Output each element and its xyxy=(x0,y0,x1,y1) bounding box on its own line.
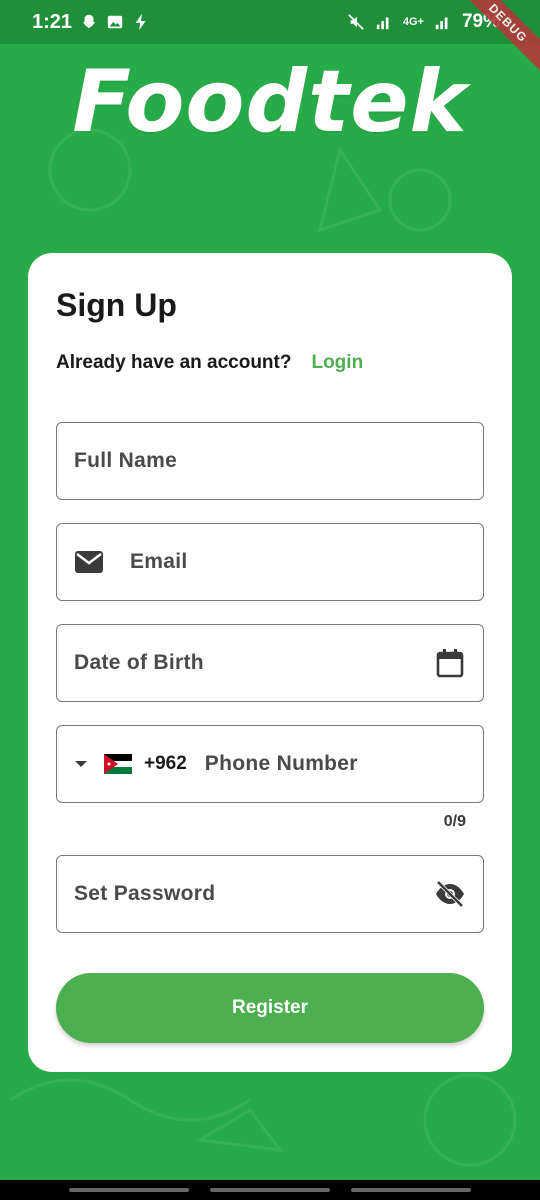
mail-icon xyxy=(74,547,104,577)
sign-up-screen: 1:21 4G+ 79% DEBUG Foodtek Sign Up Alrea… xyxy=(0,0,540,1200)
phone-char-counter: 0/9 xyxy=(443,813,466,830)
bolt-icon xyxy=(135,13,146,31)
calendar-icon[interactable] xyxy=(434,647,466,679)
phone-number-field[interactable]: +962 Phone Number xyxy=(56,725,484,803)
signal-icon-2 xyxy=(435,17,448,30)
mute-icon xyxy=(348,14,364,30)
network-type: 4G+ xyxy=(402,16,424,28)
status-bar: 1:21 4G+ 79% xyxy=(0,0,540,44)
dob-placeholder: Date of Birth xyxy=(74,651,204,674)
login-prompt: Already have an account? Login xyxy=(56,352,363,374)
password-placeholder: Set Password xyxy=(74,882,216,905)
app-logo: Foodtek xyxy=(72,52,468,152)
signal-icon xyxy=(376,17,389,30)
nav-handle-right[interactable] xyxy=(351,1188,472,1192)
full-name-placeholder: Full Name xyxy=(74,449,178,472)
sign-up-card: Sign Up Already have an account? Login F… xyxy=(28,253,512,1072)
date-of-birth-field[interactable]: Date of Birth xyxy=(56,624,484,702)
status-time: 1:21 xyxy=(32,10,73,33)
email-field[interactable]: Email xyxy=(56,523,484,601)
nav-handle-left[interactable] xyxy=(68,1188,189,1192)
system-navigation-bar xyxy=(0,1180,540,1200)
country-dial-code[interactable]: +962 xyxy=(144,753,187,775)
register-button[interactable]: Register xyxy=(56,973,484,1043)
nav-handle-center[interactable] xyxy=(209,1188,330,1192)
jordan-flag-icon[interactable] xyxy=(104,754,132,774)
email-placeholder: Email xyxy=(130,550,188,573)
snapchat-icon xyxy=(82,14,96,29)
account-prompt-text: Already have an account? xyxy=(56,352,292,373)
gallery-icon xyxy=(107,15,123,29)
login-link[interactable]: Login xyxy=(311,352,363,374)
visibility-off-icon[interactable] xyxy=(434,878,466,910)
password-field[interactable]: Set Password xyxy=(56,855,484,933)
phone-placeholder: Phone Number xyxy=(204,752,358,775)
country-dropdown-icon[interactable] xyxy=(74,757,88,771)
full-name-field[interactable]: Full Name xyxy=(56,422,484,500)
page-title: Sign Up xyxy=(56,287,177,323)
